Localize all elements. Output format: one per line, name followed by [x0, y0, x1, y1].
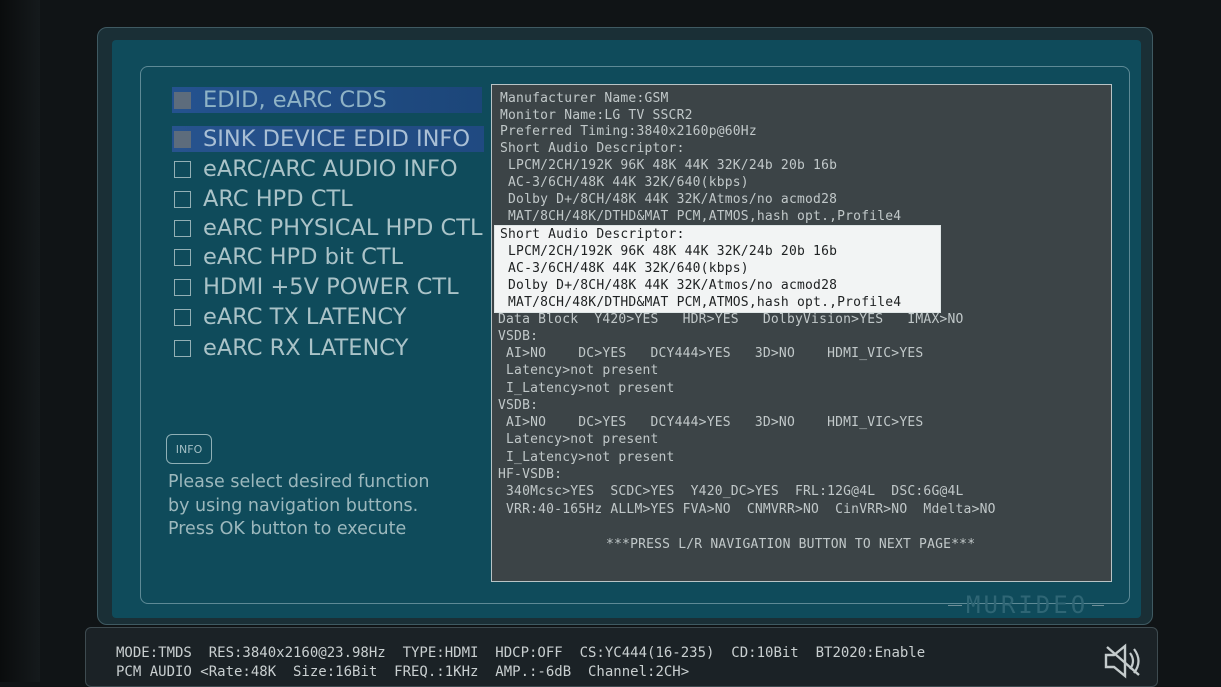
menu-item-earc-arc-audio-info[interactable]: eARC/ARC AUDIO INFO [174, 155, 458, 183]
edid-line: HF-VSDB: [498, 467, 563, 482]
edid-line: Manufacturer Name:GSM [500, 91, 669, 106]
edid-line: Data Block Y420>YES HDR>YES DolbyVision>… [498, 312, 964, 327]
edid-line: VSDB: [498, 398, 539, 413]
help-text: Please select desired function by using … [168, 471, 488, 542]
checkbox-icon [174, 308, 191, 326]
status-line-audio: PCM AUDIO <Rate:48K Size:16Bit FREQ.:1KH… [116, 664, 690, 680]
menu-item-earc-rx-latency[interactable]: eARC RX LATENCY [174, 334, 408, 362]
help-line: by using navigation buttons. [168, 495, 419, 516]
edid-line: LPCM/2CH/192K 96K 48K 44K 32K/24b 20b 16… [500, 158, 838, 173]
highlight-line: Dolby D+/8CH/48K 44K 32K/Atmos/no acmod2… [500, 278, 838, 293]
menu-item-sink-device-edid-info[interactable]: SINK DEVICE EDID INFO [174, 125, 470, 153]
menu-item-label: eARC RX LATENCY [203, 335, 409, 361]
menu-item-earc-physical-hpd-ctl[interactable]: eARC PHYSICAL HPD CTL [174, 214, 483, 242]
highlight-line: LPCM/2CH/192K 96K 48K 44K 32K/24b 20b 16… [500, 244, 838, 259]
highlight-line: AC-3/6CH/48K 44K 32K/640(kbps) [500, 261, 749, 276]
checkbox-icon [174, 219, 191, 237]
menu-item-earc-hpd-bit-ctl[interactable]: eARC HPD bit CTL [174, 243, 403, 271]
edid-line: I_Latency>not present [498, 450, 675, 465]
menu-item-label: eARC HPD bit CTL [203, 244, 404, 270]
brand-rule-right [1092, 604, 1105, 606]
menu-item-arc-hpd-ctl[interactable]: ARC HPD CTL [174, 185, 353, 213]
edid-line: VRR:40-165Hz ALLM>YES FVA>NO CNMVRR>NO C… [498, 502, 996, 517]
edid-line: Preferred Timing:3840x2160p@60Hz [500, 124, 757, 139]
brand-rule-left [948, 604, 962, 606]
menu-item-label: ARC HPD CTL [203, 186, 353, 212]
edid-line: Monitor Name:LG TV SSCR2 [500, 108, 693, 123]
edid-line: AI>NO DC>YES DCY444>YES 3D>NO HDMI_VIC>Y… [498, 415, 924, 430]
edid-line: VSDB: [498, 329, 539, 344]
menu-item-hdmi-5v-power-ctl[interactable]: HDMI +5V POWER CTL [174, 273, 459, 301]
menu-header-label: EDID, eARC CDS [203, 87, 387, 113]
menu-item-label: HDMI +5V POWER CTL [203, 274, 459, 300]
brand-name: MURIDEO [966, 591, 1089, 619]
highlight-line: MAT/8CH/48K/DTHD&MAT PCM,ATMOS,hash opt.… [500, 295, 902, 310]
info-icon-label: INFO [175, 442, 203, 456]
checkbox-icon [174, 190, 191, 208]
edid-line: I_Latency>not present [498, 381, 675, 396]
menu-item-label: SINK DEVICE EDID INFO [203, 126, 471, 152]
edid-line: Short Audio Descriptor: [500, 141, 685, 156]
checkbox-icon [174, 130, 191, 148]
edid-line: Latency>not present [498, 363, 659, 378]
checkbox-icon [174, 278, 191, 296]
menu-item-earc-tx-latency[interactable]: eARC TX LATENCY [174, 303, 406, 331]
edid-line: AC-3/6CH/48K 44K 32K/640(kbps) [500, 175, 749, 190]
edid-line: Latency>not present [498, 432, 659, 447]
next-page-hint: ***PRESS L/R NAVIGATION BUTTON TO NEXT P… [606, 537, 976, 552]
checkbox-icon [174, 339, 191, 357]
monitor-bezel [0, 0, 40, 682]
menu-item-label: eARC PHYSICAL HPD CTL [203, 215, 483, 241]
edid-line: Dolby D+/8CH/48K 44K 32K/Atmos/no acmod2… [500, 192, 838, 207]
checkbox-icon [174, 91, 191, 109]
status-line-video: MODE:TMDS RES:3840x2160@23.98Hz TYPE:HDM… [116, 645, 926, 661]
speaker-mute-icon [1104, 643, 1140, 679]
help-line: Press OK button to execute [168, 519, 407, 539]
checkbox-icon [174, 160, 191, 178]
menu-item-label: eARC TX LATENCY [203, 304, 407, 330]
brand-logo: MURIDEO [948, 589, 1120, 621]
edid-line: AI>NO DC>YES DCY444>YES 3D>NO HDMI_VIC>Y… [498, 346, 924, 361]
checkbox-icon [174, 248, 191, 266]
highlight-line: Short Audio Descriptor: [500, 227, 685, 242]
info-icon: INFO [166, 434, 212, 464]
menu-header: EDID, eARC CDS [174, 86, 387, 114]
edid-line: 340Mcsc>YES SCDC>YES Y420_DC>YES FRL:12G… [498, 484, 964, 499]
edid-line: MAT/8CH/48K/DTHD&MAT PCM,ATMOS,hash opt.… [500, 209, 902, 224]
menu-item-label: eARC/ARC AUDIO INFO [203, 156, 458, 182]
help-line: Please select desired function [168, 472, 430, 492]
